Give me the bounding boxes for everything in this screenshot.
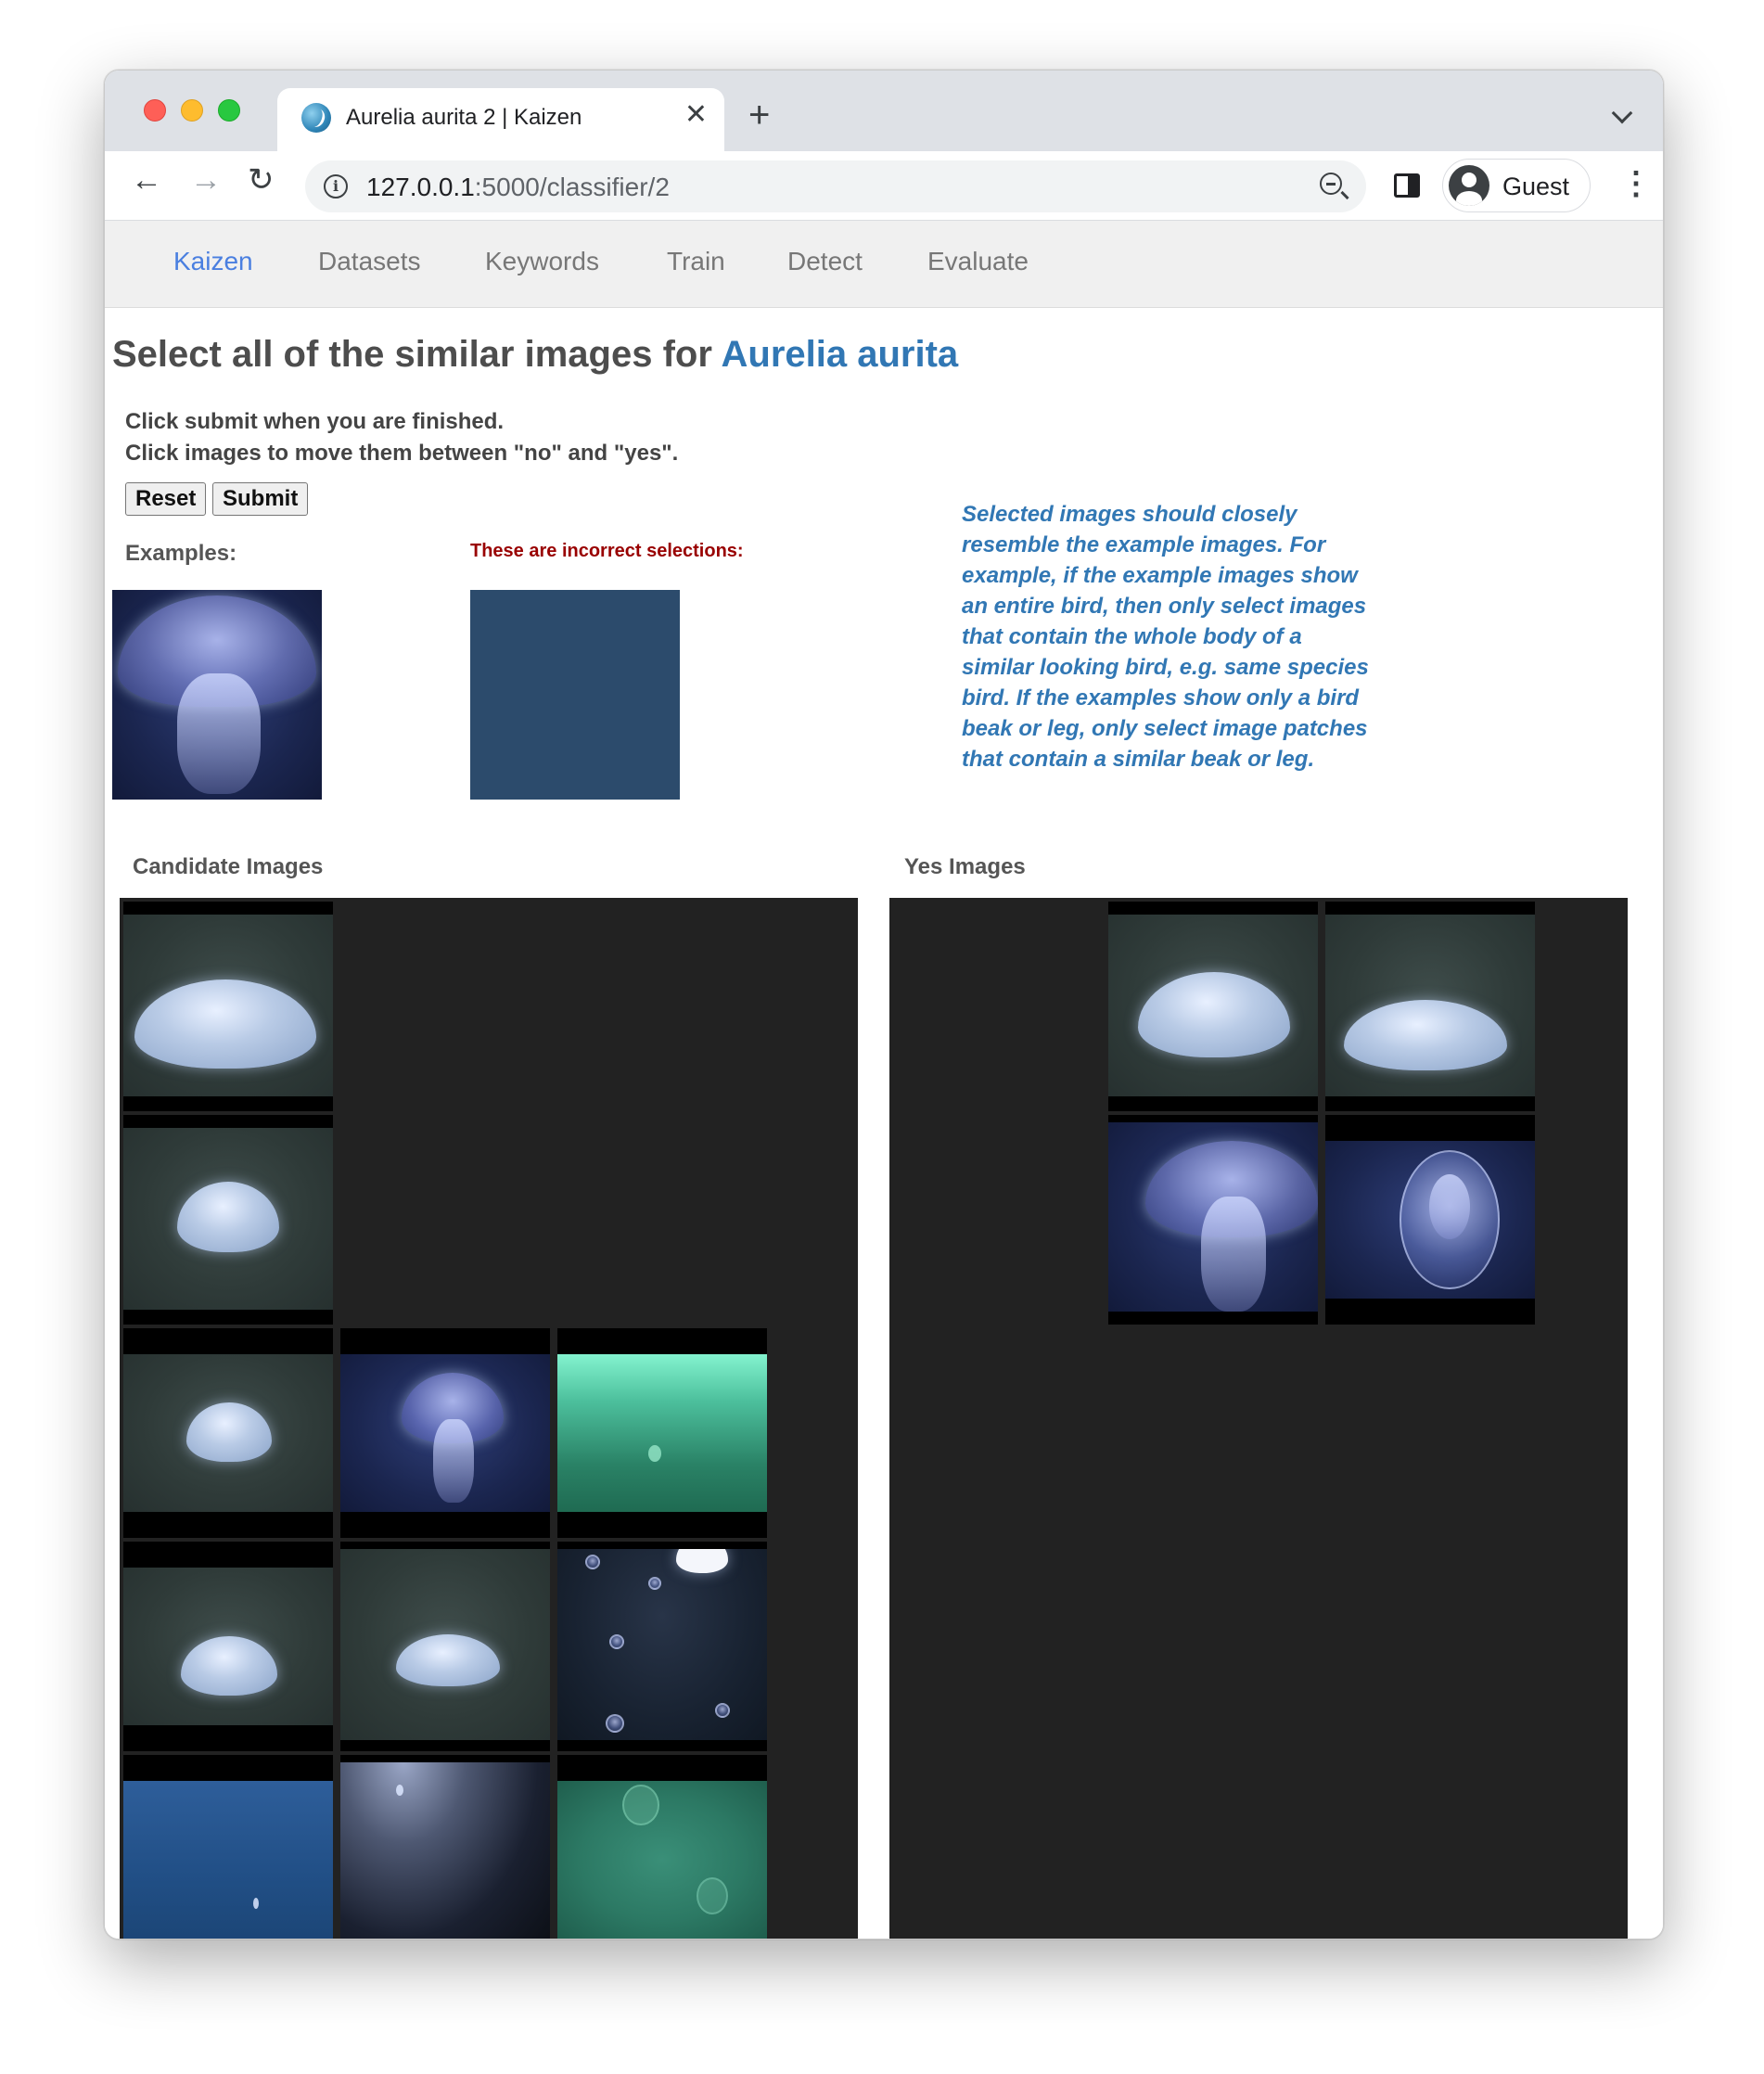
- jellyfish-favicon-icon: [301, 103, 331, 133]
- page-title-prefix: Select all of the similar images for: [112, 334, 722, 375]
- browser-menu-icon[interactable]: ⋮: [1620, 168, 1652, 199]
- browser-tab[interactable]: Aurelia aurita 2 | Kaizen ✕: [277, 88, 724, 151]
- instruction-line-2: Click images to move them between "no" a…: [125, 441, 679, 466]
- species-name: Aurelia aurita: [721, 334, 959, 375]
- examples-label: Examples:: [125, 541, 237, 566]
- minimize-window-button[interactable]: [181, 99, 203, 122]
- reload-button[interactable]: ↻: [248, 164, 275, 196]
- tab-search-chevron-icon[interactable]: [1611, 102, 1633, 124]
- incorrect-selections-label: These are incorrect selections:: [470, 541, 744, 561]
- tab-close-icon[interactable]: ✕: [684, 101, 708, 129]
- nav-link-train[interactable]: Train: [667, 247, 725, 276]
- candidate-image[interactable]: [557, 1755, 767, 1939]
- candidate-image[interactable]: [557, 1542, 767, 1751]
- candidate-image[interactable]: [123, 1115, 333, 1325]
- instruction-line-1: Click submit when you are finished.: [125, 409, 505, 434]
- address-bar[interactable]: i 127.0.0.1:5000/classifier/2: [305, 160, 1366, 212]
- instructions: Click submit when you are finished. Clic…: [125, 406, 678, 469]
- candidate-images-panel[interactable]: [120, 898, 858, 1939]
- page-content: Kaizen Datasets Keywords Train Detect Ev…: [105, 221, 1663, 1939]
- candidate-images-label: Candidate Images: [133, 854, 324, 879]
- url-path: :5000/classifier/2: [474, 173, 670, 201]
- nav-link-detect[interactable]: Detect: [787, 247, 863, 276]
- candidate-image[interactable]: [123, 1328, 333, 1538]
- new-tab-button[interactable]: +: [748, 96, 770, 134]
- forward-button[interactable]: →: [190, 164, 222, 196]
- nav-link-datasets[interactable]: Datasets: [318, 247, 421, 276]
- avatar-icon: [1449, 165, 1489, 206]
- page-title: Select all of the similar images for Aur…: [112, 334, 958, 376]
- yes-images-panel[interactable]: [889, 898, 1628, 1939]
- site-info-icon[interactable]: i: [324, 174, 348, 198]
- zoom-icon[interactable]: [1320, 173, 1342, 195]
- url-host: 127.0.0.1: [366, 173, 475, 201]
- zoom-window-button[interactable]: [218, 99, 240, 122]
- yes-image[interactable]: [1325, 1115, 1535, 1325]
- browser-window: Aurelia aurita 2 | Kaizen ✕ + ← → ↻ i 12…: [104, 70, 1664, 1940]
- candidate-image[interactable]: [340, 1542, 550, 1751]
- incorrect-selection-image[interactable]: [470, 590, 680, 800]
- candidate-image[interactable]: [340, 1755, 550, 1939]
- candidate-image[interactable]: [123, 1755, 333, 1939]
- nav-link-evaluate[interactable]: Evaluate: [927, 247, 1029, 276]
- submit-button[interactable]: Submit: [212, 482, 309, 516]
- close-window-button[interactable]: [144, 99, 166, 122]
- browser-toolbar: ← → ↻ i 127.0.0.1:5000/classifier/2 Gues…: [105, 151, 1663, 221]
- guidance-text: Selected images should closely resemble …: [962, 502, 1369, 772]
- candidate-image[interactable]: [123, 1542, 333, 1751]
- candidate-image[interactable]: [557, 1328, 767, 1538]
- url-text[interactable]: 127.0.0.1:5000/classifier/2: [366, 173, 670, 202]
- candidate-image[interactable]: [340, 1328, 550, 1538]
- side-panel-icon[interactable]: [1394, 173, 1420, 198]
- yes-image[interactable]: [1108, 902, 1318, 1111]
- tab-title: Aurelia aurita 2 | Kaizen: [346, 105, 582, 130]
- yes-image[interactable]: [1325, 902, 1535, 1111]
- yes-images-label: Yes Images: [904, 854, 1026, 879]
- reset-button[interactable]: Reset: [125, 482, 207, 516]
- profile-button[interactable]: Guest: [1442, 159, 1591, 212]
- yes-image[interactable]: [1108, 1115, 1318, 1325]
- app-navbar: Kaizen Datasets Keywords Train Detect Ev…: [105, 221, 1663, 308]
- nav-link-keywords[interactable]: Keywords: [485, 247, 599, 276]
- candidate-image[interactable]: [123, 902, 333, 1111]
- tab-strip: Aurelia aurita 2 | Kaizen ✕ +: [105, 70, 1663, 151]
- back-button[interactable]: ←: [131, 164, 162, 196]
- profile-label: Guest: [1502, 173, 1570, 200]
- example-image: [112, 590, 322, 800]
- nav-brand-kaizen[interactable]: Kaizen: [173, 247, 253, 276]
